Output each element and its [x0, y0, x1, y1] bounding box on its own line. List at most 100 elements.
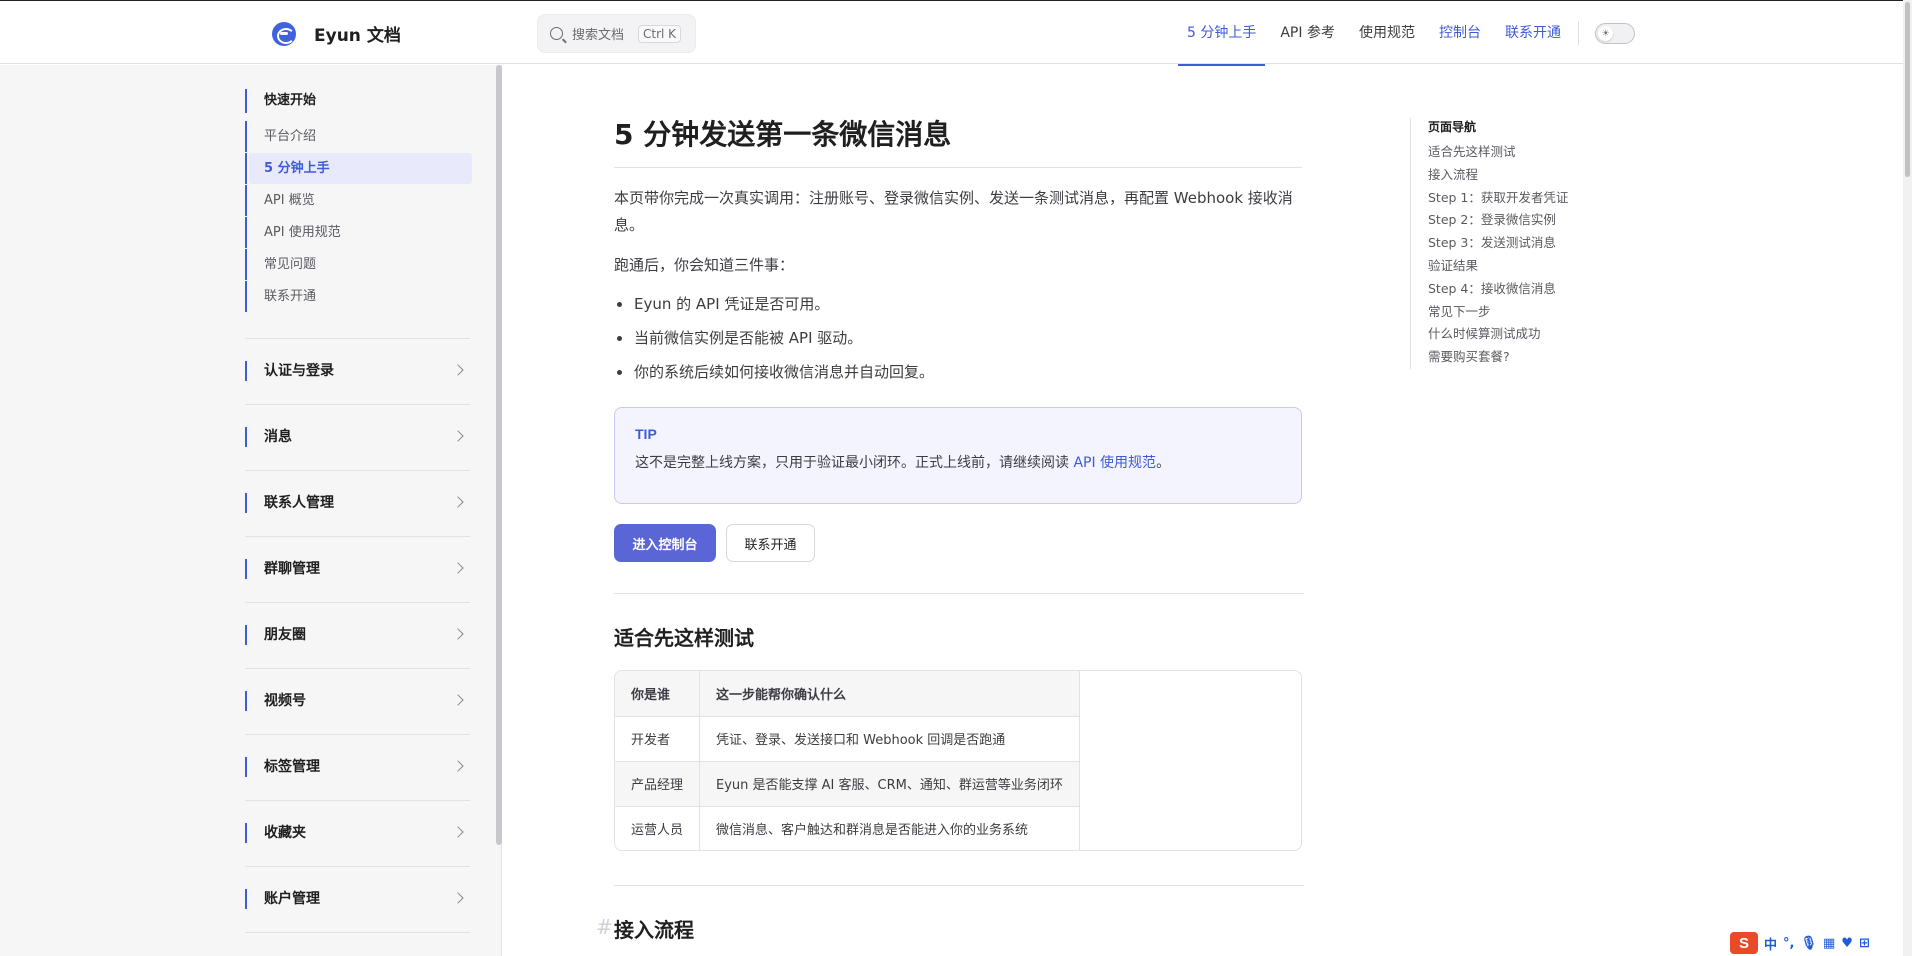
sidebar-section-label: 账户管理: [245, 889, 320, 909]
ime-logo-icon[interactable]: S: [1730, 932, 1758, 954]
title-divider: [614, 167, 1302, 168]
brand[interactable]: Eyun 文档: [272, 21, 401, 46]
tip-callout: TIP 这不是完整上线方案，只用于验证最小闭环。正式上线前，请继续阅读 API …: [614, 407, 1302, 504]
sidebar-item-intro[interactable]: 平台介绍: [245, 121, 470, 152]
ime-mode[interactable]: 中: [1764, 934, 1777, 953]
sidebar-section-label: 消息: [245, 427, 292, 447]
sidebar-item-label: API 使用规范: [264, 225, 341, 240]
table-cell: 运营人员: [615, 806, 701, 850]
lead-paragraph: 跑通后，你会知道三件事：: [614, 256, 795, 274]
sidebar-section-label: 收藏夹: [245, 823, 306, 843]
table-cell: Eyun 是否能支撑 AI 客服、CRM、通知、群运营等业务闭环: [699, 761, 1080, 807]
sidebar-heading[interactable]: 快速开始: [245, 89, 470, 113]
sun-icon: ☀: [1598, 26, 1613, 41]
enter-console-button[interactable]: 进入控制台: [614, 524, 716, 562]
sidebar-section-tags[interactable]: 标签管理: [245, 734, 470, 800]
chevron-right-icon: [452, 562, 464, 574]
table-cell: 产品经理: [615, 761, 701, 807]
list-item: 你的系统后续如何接收微信消息并自动回复。: [616, 355, 934, 389]
table-row: 运营人员 微信消息、客户触达和群消息是否能进入你的业务系统: [615, 806, 1080, 850]
sidebar-section-label: 群聊管理: [245, 559, 320, 579]
theme-toggle[interactable]: ☀: [1595, 23, 1635, 44]
outline-item[interactable]: 适合先这样测试: [1428, 141, 1590, 164]
sidebar-item-label: 5 分钟上手: [264, 161, 330, 176]
outline-item[interactable]: 什么时候算测试成功: [1428, 323, 1590, 346]
nav-divider: [1578, 21, 1579, 45]
outline-item[interactable]: 需要购买套餐?: [1428, 346, 1590, 369]
top-navbar: Eyun 文档 搜索文档 Ctrl K 5 分钟上手 API 参考 使用规范 控…: [0, 0, 1903, 66]
sidebar-item-faq[interactable]: 常见问题: [245, 249, 470, 280]
nav-link-console[interactable]: 控制台: [1430, 1, 1490, 65]
chevron-right-icon: [452, 760, 464, 772]
anchor-hash-icon[interactable]: #: [596, 915, 613, 939]
table-header: 这一步能帮你确认什么: [699, 671, 1080, 717]
sidebar-section-label: 朋友圈: [245, 625, 306, 645]
nav-link-usage-rules[interactable]: 使用规范: [1350, 1, 1424, 65]
sidebar-section-messages[interactable]: 消息: [245, 404, 470, 470]
page-scrollbar-thumb[interactable]: [1905, 2, 1910, 177]
sidebar-section-account[interactable]: 账户管理: [245, 866, 470, 932]
sidebar-item-api-rules[interactable]: API 使用规范: [245, 217, 470, 248]
chevron-right-icon: [452, 892, 464, 904]
api-rules-link[interactable]: API 使用规范: [1073, 455, 1156, 471]
sidebar-item-label: API 概览: [264, 193, 315, 208]
sidebar: 快速开始 平台介绍 5 分钟上手 API 概览 API 使用规范 常见问题 联系…: [0, 65, 502, 956]
chevron-right-icon: [452, 496, 464, 508]
outline-item[interactable]: 常见下一步: [1428, 301, 1590, 324]
sidebar-scrollbar[interactable]: [496, 65, 502, 845]
outline-item[interactable]: Step 3：发送测试消息: [1428, 232, 1590, 255]
sidebar-section-favorites[interactable]: 收藏夹: [245, 800, 470, 866]
table-cell: 微信消息、客户触达和群消息是否能进入你的业务系统: [699, 806, 1080, 850]
outline-item[interactable]: 接入流程: [1428, 164, 1590, 187]
tip-title: TIP: [635, 426, 657, 442]
section-heading-integration: 接入流程: [614, 918, 694, 942]
contact-button[interactable]: 联系开通: [726, 524, 815, 562]
sidebar-item-label: 平台介绍: [264, 129, 317, 144]
ime-toolbar[interactable]: S 中 °, 🎙 ▦ ♥ ⊞: [1730, 932, 1870, 954]
skin-icon[interactable]: ♥: [1841, 936, 1853, 951]
microphone-icon[interactable]: 🎙: [1800, 936, 1817, 951]
chevron-right-icon: [452, 430, 464, 442]
list-item: 当前微信实例是否能被 API 驱动。: [616, 321, 934, 355]
sidebar-item-label: 常见问题: [264, 257, 317, 272]
outline-item[interactable]: Step 1：获取开发者凭证: [1428, 187, 1590, 210]
chevron-right-icon: [452, 628, 464, 640]
sidebar-section-contacts[interactable]: 联系人管理: [245, 470, 470, 536]
page-title: 5 分钟发送第一条微信消息: [614, 118, 952, 151]
sidebar-section-auth[interactable]: 认证与登录: [245, 338, 470, 404]
nav-link-api-reference[interactable]: API 参考: [1271, 1, 1344, 65]
sidebar-section-channels[interactable]: 视频号: [245, 668, 470, 734]
outline-item[interactable]: Step 4：接收微信消息: [1428, 278, 1590, 301]
sidebar-section-groups[interactable]: 群聊管理: [245, 536, 470, 602]
sidebar-item-quickstart[interactable]: 5 分钟上手: [245, 153, 472, 184]
page-outline: 页面导航 适合先这样测试 接入流程 Step 1：获取开发者凭证 Step 2：…: [1410, 118, 1590, 369]
nav-links: 5 分钟上手 API 参考 使用规范 控制台 联系开通: [1178, 1, 1576, 66]
outline-item[interactable]: Step 2：登录微信实例: [1428, 209, 1590, 232]
outline-item[interactable]: 验证结果: [1428, 255, 1590, 278]
nav-link-quickstart[interactable]: 5 分钟上手: [1178, 1, 1266, 66]
sidebar-item-contact[interactable]: 联系开通: [245, 281, 470, 312]
grid-menu-icon[interactable]: ⊞: [1859, 936, 1870, 951]
sidebar-section-label: 视频号: [245, 691, 306, 711]
sidebar-divider: [245, 932, 470, 933]
sidebar-item-api-overview[interactable]: API 概览: [245, 185, 470, 216]
section-divider: [614, 885, 1304, 886]
punctuation-icon[interactable]: °,: [1783, 936, 1794, 951]
audience-table: 你是谁 这一步能帮你确认什么 开发者 凭证、登录、发送接口和 Webhook 回…: [614, 670, 1302, 851]
eyun-logo-icon: [272, 21, 296, 46]
table-cell: 凭证、登录、发送接口和 Webhook 回调是否跑通: [699, 716, 1080, 762]
nav-link-contact[interactable]: 联系开通: [1496, 1, 1570, 65]
table-row: 开发者 凭证、登录、发送接口和 Webhook 回调是否跑通: [615, 716, 1080, 762]
chevron-right-icon: [452, 364, 464, 376]
table-cell: 开发者: [615, 716, 701, 762]
table-header: 你是谁: [615, 671, 701, 717]
sidebar-section-label: 标签管理: [245, 757, 320, 777]
sidebar-section-label: 认证与登录: [245, 361, 334, 381]
section-heading-testing: 适合先这样测试: [614, 626, 754, 650]
sidebar-section-moments[interactable]: 朋友圈: [245, 602, 470, 668]
table-row: 产品经理 Eyun 是否能支撑 AI 客服、CRM、通知、群运营等业务闭环: [615, 761, 1080, 807]
search-button[interactable]: 搜索文档 Ctrl K: [537, 14, 696, 53]
search-shortcut: Ctrl K: [638, 24, 682, 43]
search-icon: [550, 27, 563, 40]
keyboard-icon[interactable]: ▦: [1823, 936, 1835, 951]
